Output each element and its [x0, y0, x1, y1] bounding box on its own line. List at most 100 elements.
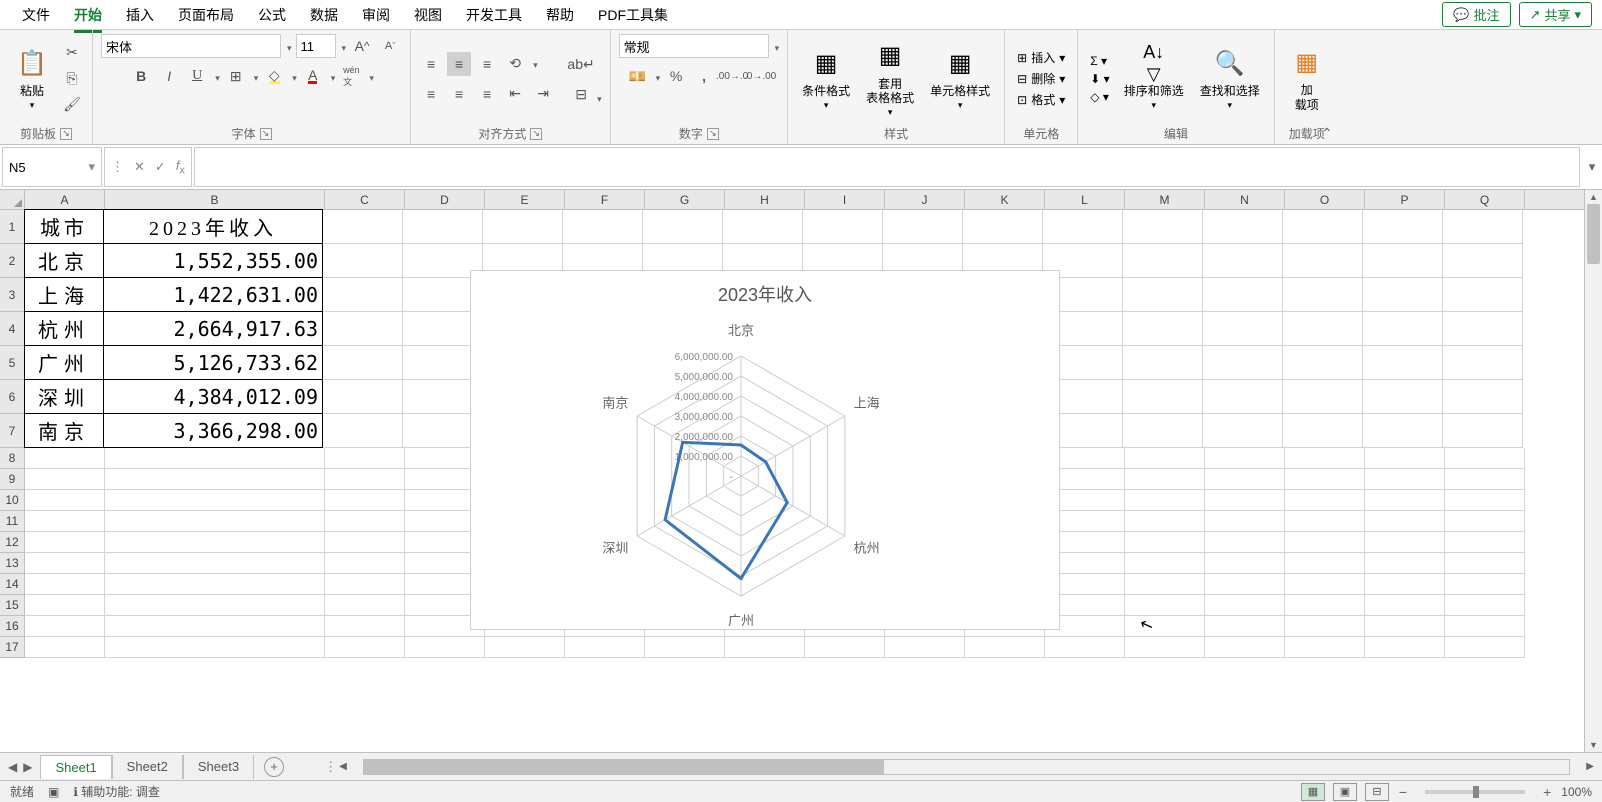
cell[interactable] [1363, 278, 1443, 312]
zoom-out-button[interactable]: − [1397, 784, 1409, 800]
menu-文件[interactable]: 文件 [10, 1, 62, 29]
cell[interactable] [25, 532, 105, 553]
italic-button[interactable]: I [157, 64, 181, 88]
cell[interactable] [1445, 574, 1525, 595]
cell[interactable] [1125, 448, 1205, 469]
cell[interactable] [105, 511, 325, 532]
column-header-Q[interactable]: Q [1445, 190, 1525, 209]
insert-cells-button[interactable]: ⊞ 插入 ▾ [1013, 48, 1069, 67]
cell[interactable]: 城市 [24, 209, 104, 244]
page-break-view-button[interactable]: ⊟ [1365, 783, 1389, 801]
cell[interactable] [405, 637, 485, 658]
cell[interactable] [1123, 244, 1203, 278]
sort-filter-button[interactable]: A↓▽排序和筛选▾ [1118, 44, 1190, 113]
cell[interactable] [1445, 448, 1525, 469]
column-header-N[interactable]: N [1205, 190, 1285, 209]
menu-帮助[interactable]: 帮助 [534, 1, 586, 29]
cancel-formula-button[interactable]: ✕ [134, 159, 145, 175]
phonetic-button[interactable]: wén文 [339, 64, 363, 88]
column-header-A[interactable]: A [25, 190, 105, 209]
cell[interactable] [1363, 414, 1443, 448]
wrap-text-button[interactable]: ab↵ [569, 52, 593, 76]
cell[interactable] [1283, 414, 1363, 448]
addins-button[interactable]: ▦加 载项 [1283, 43, 1331, 114]
cell[interactable] [1365, 574, 1445, 595]
autosum-button[interactable]: Σ ▾ [1086, 53, 1113, 69]
horizontal-scrollbar[interactable] [363, 759, 1571, 775]
cell[interactable] [1285, 637, 1365, 658]
menu-数据[interactable]: 数据 [298, 1, 350, 29]
cell[interactable] [803, 210, 883, 244]
cell[interactable] [1125, 469, 1205, 490]
paste-button[interactable]: 📋 粘贴▾ [8, 44, 56, 113]
format-painter-button[interactable]: 🖌 [60, 93, 84, 117]
cell[interactable] [1283, 210, 1363, 244]
cell[interactable] [1283, 380, 1363, 414]
hscroll-right-icon[interactable]: ▶ [1584, 761, 1596, 772]
clipboard-launcher[interactable]: ↘ [60, 128, 72, 140]
column-header-H[interactable]: H [725, 190, 805, 209]
cell[interactable] [323, 278, 403, 312]
cell[interactable] [403, 210, 483, 244]
cell[interactable] [1123, 278, 1203, 312]
column-header-I[interactable]: I [805, 190, 885, 209]
cell[interactable] [1365, 532, 1445, 553]
cell[interactable] [1205, 532, 1285, 553]
cell[interactable] [1123, 346, 1203, 380]
row-header[interactable]: 17 [0, 637, 25, 658]
row-header[interactable]: 10 [0, 490, 25, 511]
sheet-tab-Sheet1[interactable]: Sheet1 [40, 755, 111, 779]
row-header[interactable]: 4 [0, 312, 25, 346]
cell[interactable] [1125, 490, 1205, 511]
cell[interactable] [805, 637, 885, 658]
font-name-select[interactable] [101, 34, 281, 58]
row-header[interactable]: 16 [0, 616, 25, 637]
cell[interactable] [1445, 490, 1525, 511]
cell[interactable] [1125, 595, 1205, 616]
cell[interactable] [1205, 637, 1285, 658]
row-header[interactable]: 12 [0, 532, 25, 553]
cell[interactable] [1125, 511, 1205, 532]
cell[interactable] [1445, 532, 1525, 553]
vertical-scrollbar[interactable]: ▲ ▼ [1584, 190, 1602, 752]
cell[interactable] [1443, 244, 1523, 278]
cell[interactable] [1365, 553, 1445, 574]
row-header[interactable]: 2 [0, 244, 25, 278]
border-button[interactable]: ⊞ [224, 64, 248, 88]
macro-record-icon[interactable]: ▣ [48, 785, 59, 799]
align-launcher[interactable]: ↘ [530, 128, 542, 140]
collapse-ribbon-button[interactable]: ⌃ [1321, 125, 1333, 142]
cell[interactable] [1205, 595, 1285, 616]
font-size-dropdown[interactable] [340, 39, 347, 54]
column-header-F[interactable]: F [565, 190, 645, 209]
cell[interactable] [325, 595, 405, 616]
sheet-tab-Sheet3[interactable]: Sheet3 [183, 755, 254, 779]
sheet-tab-Sheet2[interactable]: Sheet2 [112, 755, 183, 779]
cell[interactable] [105, 616, 325, 637]
cell[interactable] [1365, 490, 1445, 511]
row-header[interactable]: 6 [0, 380, 25, 414]
cell[interactable] [325, 469, 405, 490]
cell[interactable] [325, 616, 405, 637]
cell[interactable] [25, 553, 105, 574]
zoom-slider[interactable] [1425, 790, 1525, 794]
tab-nav-prev[interactable]: ◀ [8, 760, 17, 774]
hscroll-left-icon[interactable]: ◀ [337, 761, 349, 772]
cell[interactable] [1283, 244, 1363, 278]
cell[interactable] [325, 637, 405, 658]
cell[interactable] [725, 637, 805, 658]
row-header[interactable]: 7 [0, 414, 25, 448]
cell[interactable] [1123, 312, 1203, 346]
cell[interactable] [1125, 616, 1205, 637]
cell[interactable] [1363, 210, 1443, 244]
comment-button[interactable]: 💬 批注 [1442, 2, 1510, 27]
cell[interactable] [883, 210, 963, 244]
align-middle-button[interactable]: ≡ [447, 52, 471, 76]
cell[interactable] [25, 469, 105, 490]
cell[interactable]: 4,384,012.09 [103, 379, 323, 414]
scroll-up-icon[interactable]: ▲ [1585, 190, 1602, 204]
merge-button[interactable]: ⊟ [569, 82, 593, 106]
orientation-button[interactable]: ⟲ [503, 52, 527, 76]
bold-button[interactable]: B [129, 64, 153, 88]
cell[interactable]: 3,366,298.00 [103, 413, 323, 448]
